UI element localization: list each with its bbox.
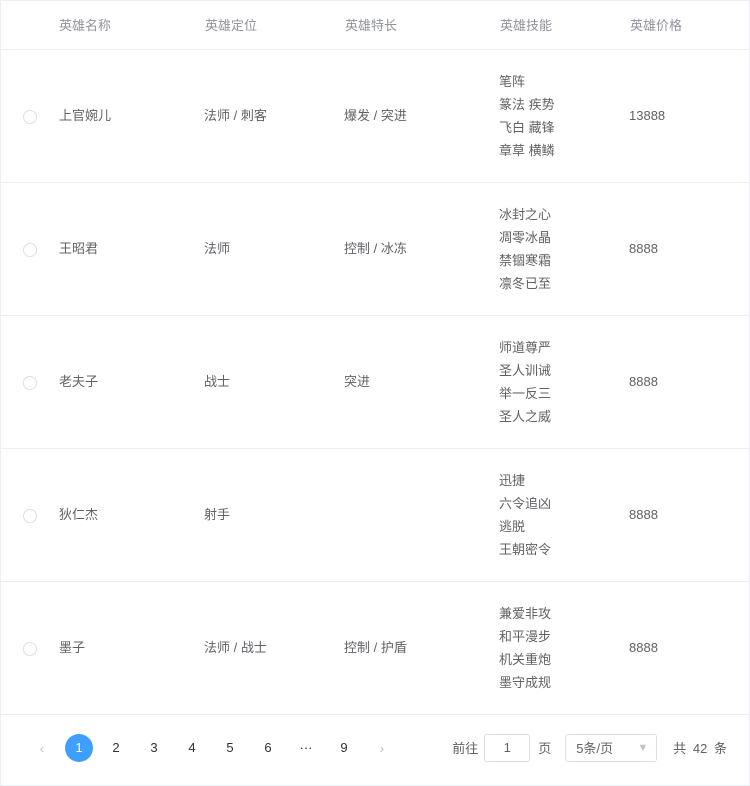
header-price: 英雄价格 <box>629 1 749 49</box>
chevron-down-icon: ▼ <box>637 742 648 754</box>
cell-speciality: 控制 / 冰冻 <box>344 182 499 315</box>
page-ellipsis: ··· <box>291 733 321 763</box>
skill-item: 和平漫步 <box>499 625 629 648</box>
cell-position: 法师 / 战士 <box>204 581 344 714</box>
cell-speciality <box>344 448 499 581</box>
total-count: 共 42 条 <box>673 738 727 757</box>
page-number[interactable]: 3 <box>139 733 169 763</box>
cell-name: 墨子 <box>59 581 204 714</box>
page-suffix: 页 <box>538 738 551 757</box>
header-skills: 英雄技能 <box>499 1 629 49</box>
goto-label: 前往 <box>452 738 478 757</box>
header-row: 英雄名称 英雄定位 英雄特长 英雄技能 英雄价格 <box>1 1 749 49</box>
skill-item: 师道尊严 <box>499 336 629 359</box>
cell-skills: 师道尊严圣人训诫举一反三圣人之威 <box>499 315 629 448</box>
pagination: ‹ 123456 ··· 9 › 前往 页 5条/页 ▼ 共 42 条 <box>1 715 749 785</box>
cell-skills: 冰封之心凋零冰晶禁锢寒霜凛冬已至 <box>499 182 629 315</box>
cell-price: 8888 <box>629 315 749 448</box>
header-name: 英雄名称 <box>59 1 204 49</box>
skill-item: 机关重炮 <box>499 648 629 671</box>
skill-item: 逃脱 <box>499 515 629 538</box>
hero-table: 英雄名称 英雄定位 英雄特长 英雄技能 英雄价格 上官婉儿法师 / 刺客爆发 /… <box>1 1 749 715</box>
cell-skills: 兼爱非攻和平漫步机关重炮墨守成规 <box>499 581 629 714</box>
table-row: 墨子法师 / 战士控制 / 护盾兼爱非攻和平漫步机关重炮墨守成规8888 <box>1 581 749 714</box>
cell-price: 13888 <box>629 49 749 182</box>
page-number[interactable]: 9 <box>329 733 359 763</box>
table-row: 上官婉儿法师 / 刺客爆发 / 突进笔阵篆法 疾势飞白 藏锋章草 横鳞13888 <box>1 49 749 182</box>
header-select-col <box>1 1 59 49</box>
skill-item: 兼爱非攻 <box>499 602 629 625</box>
skill-item: 圣人之威 <box>499 405 629 428</box>
skill-item: 篆法 疾势 <box>499 93 629 116</box>
cell-skills: 迅捷六令追凶逃脱王朝密令 <box>499 448 629 581</box>
cell-name: 王昭君 <box>59 182 204 315</box>
next-page-button[interactable]: › <box>367 733 397 763</box>
cell-name: 狄仁杰 <box>59 448 204 581</box>
page-number[interactable]: 1 <box>65 734 93 762</box>
skill-item: 禁锢寒霜 <box>499 249 629 272</box>
cell-name: 上官婉儿 <box>59 49 204 182</box>
cell-position: 射手 <box>204 448 344 581</box>
header-speciality: 英雄特长 <box>344 1 499 49</box>
skill-item: 飞白 藏锋 <box>499 116 629 139</box>
page-size-select[interactable]: 5条/页 ▼ <box>565 734 657 762</box>
page-number[interactable]: 2 <box>101 733 131 763</box>
cell-position: 法师 / 刺客 <box>204 49 344 182</box>
page-number[interactable]: 6 <box>253 733 283 763</box>
cell-name: 老夫子 <box>59 315 204 448</box>
cell-speciality: 爆发 / 突进 <box>344 49 499 182</box>
cell-position: 法师 <box>204 182 344 315</box>
skill-item: 六令追凶 <box>499 492 629 515</box>
skill-item: 墨守成规 <box>499 671 629 694</box>
cell-price: 8888 <box>629 448 749 581</box>
cell-position: 战士 <box>204 315 344 448</box>
cell-price: 8888 <box>629 182 749 315</box>
table-row: 狄仁杰射手 迅捷六令追凶逃脱王朝密令8888 <box>1 448 749 581</box>
skill-item: 举一反三 <box>499 382 629 405</box>
goto-page-input[interactable] <box>484 734 530 762</box>
cell-price: 8888 <box>629 581 749 714</box>
row-radio[interactable] <box>23 110 37 124</box>
skill-item: 凛冬已至 <box>499 272 629 295</box>
skill-item: 迅捷 <box>499 469 629 492</box>
skill-item: 冰封之心 <box>499 203 629 226</box>
skill-item: 圣人训诫 <box>499 359 629 382</box>
row-radio[interactable] <box>23 642 37 656</box>
table-row: 老夫子战士突进师道尊严圣人训诫举一反三圣人之威8888 <box>1 315 749 448</box>
page-number[interactable]: 5 <box>215 733 245 763</box>
page-number[interactable]: 4 <box>177 733 207 763</box>
page-size-label: 5条/页 <box>576 738 613 757</box>
row-radio[interactable] <box>23 243 37 257</box>
skill-item: 王朝密令 <box>499 538 629 561</box>
header-position: 英雄定位 <box>204 1 344 49</box>
cell-speciality: 突进 <box>344 315 499 448</box>
prev-page-button[interactable]: ‹ <box>27 733 57 763</box>
row-radio[interactable] <box>23 376 37 390</box>
row-radio[interactable] <box>23 509 37 523</box>
cell-speciality: 控制 / 护盾 <box>344 581 499 714</box>
skill-item: 章草 横鳞 <box>499 139 629 162</box>
table-row: 王昭君法师控制 / 冰冻冰封之心凋零冰晶禁锢寒霜凛冬已至8888 <box>1 182 749 315</box>
cell-skills: 笔阵篆法 疾势飞白 藏锋章草 横鳞 <box>499 49 629 182</box>
skill-item: 凋零冰晶 <box>499 226 629 249</box>
data-table-card: 英雄名称 英雄定位 英雄特长 英雄技能 英雄价格 上官婉儿法师 / 刺客爆发 /… <box>0 0 750 786</box>
skill-item: 笔阵 <box>499 70 629 93</box>
